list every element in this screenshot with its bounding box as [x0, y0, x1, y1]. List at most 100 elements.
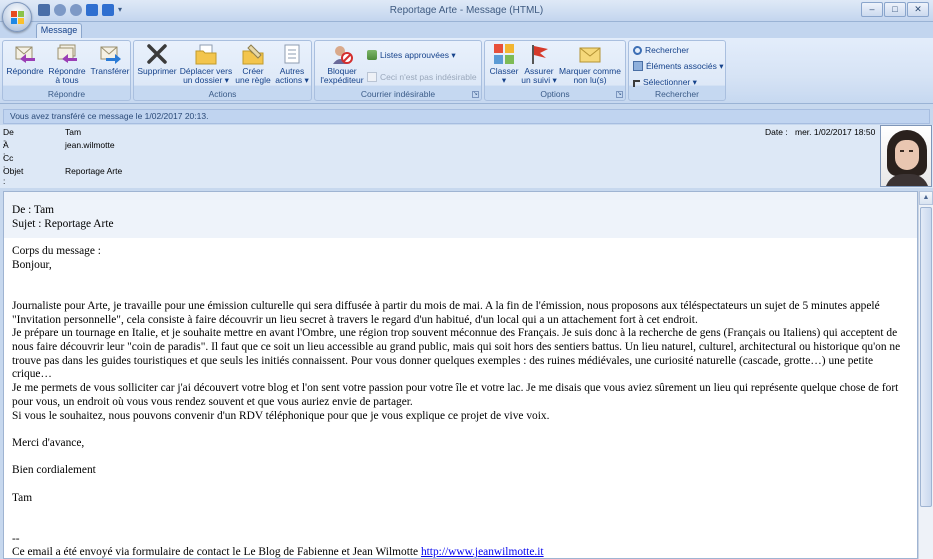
body-line	[12, 451, 909, 465]
move-to-folder-button[interactable]: Déplacer vers un dossier ▾	[179, 43, 233, 85]
reply-all-button[interactable]: Répondre à tous	[45, 43, 89, 85]
group-label-actions: Actions	[208, 89, 237, 99]
body-line	[12, 231, 909, 245]
categorize-icon	[492, 43, 516, 65]
find-icon	[633, 46, 642, 55]
to-value[interactable]: jean.wilmotte	[65, 140, 115, 150]
categorize-label-2: ▾	[501, 75, 507, 85]
ribbon: Répondre Répondre à tous Transférer Répo…	[0, 38, 933, 104]
reply-all-label-2: à tous	[55, 75, 79, 85]
options-launcher-icon[interactable]: ↘	[616, 91, 623, 98]
office-button[interactable]	[2, 2, 32, 32]
junk-options-launcher-icon[interactable]: ↘	[472, 91, 479, 98]
body-line: Sujet : Reportage Arte	[12, 217, 114, 230]
follow-up-label-2: un suivi ▾	[521, 75, 557, 85]
approved-lists-label: Listes approuvées ▾	[380, 50, 456, 60]
body-line	[12, 505, 909, 519]
create-rule-button[interactable]: Créer une règle	[233, 43, 273, 85]
title-bar: ▾ Reportage Arte - Message (HTML) – □ ✕	[0, 0, 933, 22]
ribbon-tabs: Message	[0, 22, 933, 38]
maximize-button[interactable]: □	[884, 2, 906, 17]
office-logo-icon	[11, 11, 25, 25]
forward-icon	[98, 43, 122, 65]
forward-button[interactable]: Transférer	[89, 43, 131, 76]
approved-lists-icon	[367, 50, 377, 60]
body-line	[12, 286, 909, 300]
tab-message[interactable]: Message	[36, 23, 82, 38]
vertical-scrollbar[interactable]: ▲	[918, 191, 933, 559]
move-label-2: un dossier ▾	[183, 75, 229, 85]
subject-value: Reportage Arte	[65, 166, 123, 176]
body-line: De : Tam	[12, 204, 55, 216]
related-items-button[interactable]: Éléments associés ▾	[633, 60, 724, 72]
other-actions-button[interactable]: Autres actions ▾	[273, 43, 311, 85]
find-button[interactable]: Rechercher	[633, 44, 689, 56]
minimize-button[interactable]: –	[861, 2, 883, 17]
delete-button[interactable]: Supprimer	[136, 43, 178, 76]
flag-icon	[527, 43, 551, 65]
block-sender-button[interactable]: Bloquer l'expéditeur	[317, 43, 367, 85]
other-actions-icon	[280, 43, 304, 65]
group-label-repondre: Répondre	[47, 89, 86, 99]
reply-label: Répondre	[6, 66, 44, 76]
other-label-2: actions ▾	[275, 75, 309, 85]
group-actions: Supprimer Déplacer vers un dossier ▾ Cré…	[133, 40, 312, 101]
body-line	[12, 273, 909, 287]
body-line	[12, 519, 909, 533]
not-junk-button[interactable]: Ceci n'est pas indésirable	[367, 71, 477, 83]
select-button[interactable]: Sélectionner ▾	[633, 76, 697, 88]
block-label-2: l'expéditeur	[320, 75, 364, 85]
body-line: Si vous le souhaitez, nous pouvons conve…	[12, 409, 550, 422]
forward-label: Transférer	[90, 66, 130, 76]
body-line: --	[12, 532, 20, 545]
sender-photo	[880, 125, 932, 187]
date-label: Date :	[765, 127, 788, 137]
forwarded-info-bar: Vous avez transféré ce message le 1/02/2…	[3, 109, 930, 124]
follow-up-button[interactable]: Assurer un suivi ▾	[521, 43, 557, 85]
rule-label-2: une règle	[235, 75, 271, 85]
window-title: Reportage Arte - Message (HTML)	[389, 5, 544, 16]
mark-unread-button[interactable]: Marquer comme non lu(s)	[557, 43, 623, 85]
body-line: Je me permets de vous solliciter car j'a…	[12, 382, 902, 408]
body-line: Bonjour,	[12, 258, 52, 271]
from-value[interactable]: Tam	[65, 127, 81, 137]
window-controls: – □ ✕	[861, 2, 929, 17]
group-label-junk-mail: Courrier indésirable	[360, 89, 436, 99]
message-header: De : Tam À : jean.wilmotte Cc : Objet : …	[0, 125, 933, 188]
group-label-options: Options	[540, 89, 570, 99]
delete-label: Supprimer	[137, 66, 177, 76]
scrollbar-thumb[interactable]	[920, 207, 932, 507]
delete-icon	[145, 43, 169, 65]
select-cursor-icon	[633, 80, 640, 87]
approved-lists-button[interactable]: Listes approuvées ▾	[367, 49, 456, 61]
date-value: mer. 1/02/2017 18:50	[795, 127, 876, 137]
body-line: Merci d'avance,	[12, 436, 85, 449]
reply-button[interactable]: Répondre	[5, 43, 45, 76]
related-items-icon	[633, 61, 643, 71]
select-label: Sélectionner ▾	[643, 77, 697, 87]
group-repondre: Répondre Répondre à tous Transférer Répo…	[2, 40, 131, 101]
blog-link[interactable]: http://www.jeanwilmotte.it	[421, 546, 544, 558]
body-text: De : Tam Sujet : Reportage Arte Corps du m…	[12, 204, 909, 546]
footer-line: Ce email a été envoyé via formulaire de …	[12, 546, 909, 559]
message-body[interactable]: De : Tam Sujet : Reportage Arte Corps du m…	[3, 191, 918, 559]
body-line: Je prépare un tournage en Italie, et je …	[12, 327, 904, 381]
group-search: Rechercher Éléments associés ▾ Sélection…	[628, 40, 726, 101]
not-junk-icon	[367, 72, 377, 82]
related-items-label: Éléments associés ▾	[646, 61, 724, 71]
group-junk-mail: Bloquer l'expéditeur Listes approuvées ▾…	[314, 40, 482, 101]
body-line: Tam	[12, 491, 33, 504]
mark-unread-icon	[578, 43, 602, 65]
mark-unread-label-2: non lu(s)	[573, 75, 607, 85]
scroll-up-arrow-icon[interactable]: ▲	[919, 191, 933, 205]
group-label-search: Rechercher	[655, 89, 699, 99]
create-rule-icon	[241, 43, 265, 65]
group-options: Classer ▾ Assurer un suivi ▾ Marquer com…	[484, 40, 626, 101]
not-junk-label: Ceci n'est pas indésirable	[380, 72, 477, 82]
categorize-button[interactable]: Classer ▾	[487, 43, 521, 85]
subject-label: Objet :	[3, 166, 24, 186]
reply-all-icon	[55, 43, 79, 65]
footer-text: Ce email a été envoyé via formulaire de …	[12, 546, 421, 559]
move-folder-icon	[194, 43, 218, 65]
close-button[interactable]: ✕	[907, 2, 929, 17]
